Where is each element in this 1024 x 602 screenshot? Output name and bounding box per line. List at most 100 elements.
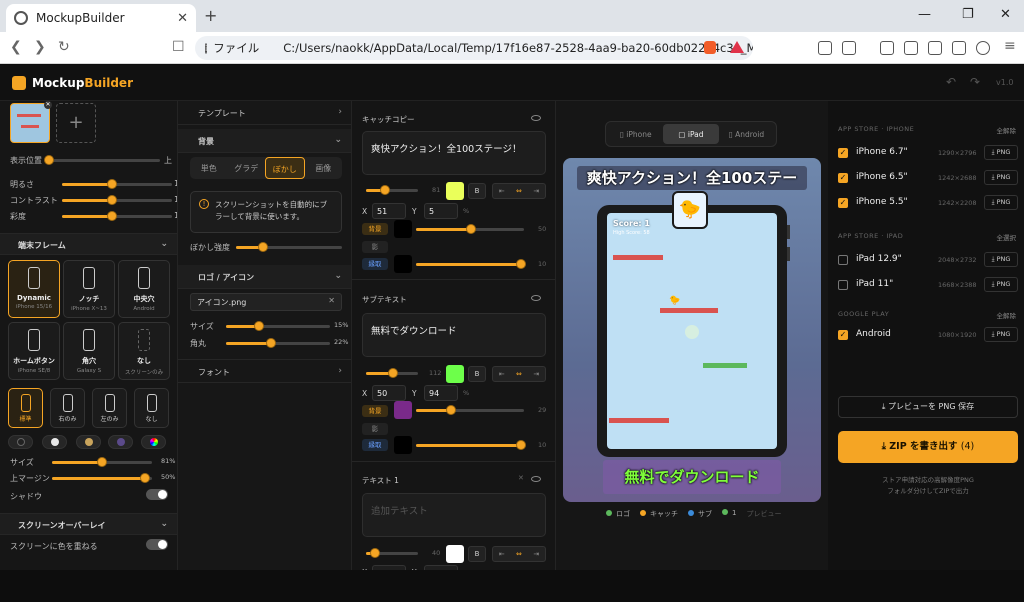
browser-tab[interactable]: MockupBuilder ✕ <box>6 4 196 32</box>
catch-outline-color[interactable] <box>394 255 412 273</box>
top-margin-slider[interactable] <box>52 473 152 483</box>
align-right-icon[interactable]: ⇥ <box>528 367 545 381</box>
text1-x-input[interactable]: 50 <box>372 565 406 570</box>
download-icon[interactable] <box>880 41 894 55</box>
text1-input[interactable]: 追加テキスト <box>362 493 546 537</box>
extensions-icon[interactable] <box>818 41 832 55</box>
device-tab-android[interactable]: ▯ Android <box>719 124 774 144</box>
checkbox-unchecked[interactable] <box>838 280 848 290</box>
sub-y-input[interactable]: 94 <box>424 385 458 401</box>
frame-none[interactable]: なし スクリーンのみ <box>118 322 170 380</box>
clear-icon[interactable]: ✕ <box>328 296 335 305</box>
variant-standard[interactable]: 標準 <box>8 388 43 428</box>
export-row[interactable]: iPad 12.9" 2048×2732 ⤓ PNG <box>838 252 1018 270</box>
sub-x-input[interactable]: 50 <box>372 385 406 401</box>
leo-icon[interactable] <box>952 41 966 55</box>
checkbox-checked[interactable]: ✓ <box>838 173 848 183</box>
delete-text-icon[interactable]: ✕ <box>518 474 524 482</box>
text1-size-slider[interactable] <box>366 548 418 558</box>
sub-outline-slider[interactable] <box>416 440 526 450</box>
frame-center-hole[interactable]: 中央穴 Android <box>118 260 170 318</box>
align-left-icon[interactable]: ⇤ <box>493 547 510 561</box>
contrast-slider[interactable] <box>62 195 172 205</box>
close-tab-icon[interactable]: ✕ <box>177 11 188 26</box>
frame-notch[interactable]: ノッチ iPhone X~13 <box>63 260 115 318</box>
color-swatch-gold[interactable] <box>76 435 101 449</box>
icon-file-field[interactable]: アイコン.png ✕ <box>190 293 342 311</box>
brave-rewards-icon[interactable] <box>730 41 744 53</box>
frame-corner-hole[interactable]: 角穴 Galaxy S <box>63 322 115 380</box>
checkbox-unchecked[interactable] <box>838 255 848 265</box>
deselect-iphone-link[interactable]: 全解除 <box>997 125 1017 135</box>
mockup-preview-canvas[interactable]: 爽快アクション！全100ステージ！ Score: 1 High Score: 5… <box>563 158 821 502</box>
device-tab-ipad[interactable]: ▢ iPad <box>663 124 719 144</box>
sub-size-slider[interactable] <box>366 368 418 378</box>
catch-outline-tag[interactable]: 縁取 <box>362 258 388 270</box>
eye-icon[interactable] <box>531 115 541 121</box>
text1-color-picker[interactable] <box>446 545 464 563</box>
png-button[interactable]: ⤓ PNG <box>984 170 1018 185</box>
sub-bg-opacity-slider[interactable] <box>416 405 524 415</box>
menu-icon[interactable]: ≡ <box>1004 38 1016 54</box>
color-swatch-custom[interactable] <box>141 435 166 449</box>
png-button[interactable]: ⤓ PNG <box>984 145 1018 160</box>
reload-icon[interactable]: ↻ <box>58 39 70 55</box>
align-left-icon[interactable]: ⇤ <box>493 367 510 381</box>
export-row[interactable]: ✓ Android 1080×1920 ⤓ PNG <box>838 327 1018 345</box>
sidebar-icon[interactable] <box>904 41 918 55</box>
size-slider[interactable] <box>52 457 152 467</box>
remove-screenshot-icon[interactable]: ✕ <box>44 101 52 109</box>
catch-color-picker[interactable] <box>446 182 464 200</box>
back-icon[interactable]: ❮ <box>10 39 22 55</box>
checkbox-checked[interactable]: ✓ <box>838 148 848 158</box>
png-button[interactable]: ⤓ PNG <box>984 195 1018 210</box>
bold-button[interactable]: B <box>468 546 486 562</box>
sub-bg-tag[interactable]: 背景 <box>362 405 388 417</box>
catch-bg-tag[interactable]: 背景 <box>362 223 388 235</box>
variant-right[interactable]: 右のみ <box>50 388 85 428</box>
png-button[interactable]: ⤓ PNG <box>984 252 1018 267</box>
color-swatch-silver[interactable] <box>42 435 67 449</box>
reader-icon[interactable] <box>842 41 856 55</box>
icon-size-slider[interactable] <box>226 321 330 331</box>
brave-shield-icon[interactable] <box>704 41 716 54</box>
device-frame-section[interactable]: 端末フレーム ⌄ <box>0 233 177 255</box>
device-tab-iphone[interactable]: ▯ iPhone <box>608 124 663 144</box>
align-center-icon[interactable]: ⇔ <box>510 184 527 198</box>
position-slider[interactable] <box>44 155 160 165</box>
screen-overlay-section[interactable]: スクリーンオーバーレイ ⌄ <box>0 513 177 535</box>
overlay-toggle[interactable] <box>146 539 168 550</box>
align-right-icon[interactable]: ⇥ <box>528 184 545 198</box>
logo-icon-section[interactable]: ロゴ / アイコン ⌄ <box>178 265 351 289</box>
export-row[interactable]: ✓ iPhone 6.5" 1242×2688 ⤓ PNG <box>838 170 1018 188</box>
export-row[interactable]: ✓ iPhone 5.5" 1242×2208 ⤓ PNG <box>838 195 1018 213</box>
bold-button[interactable]: B <box>468 366 486 382</box>
vpn-icon[interactable] <box>976 41 990 55</box>
select-all-ipad-link[interactable]: 全選択 <box>997 232 1017 242</box>
tab-solid[interactable]: 単色 <box>190 157 228 179</box>
checkbox-checked[interactable]: ✓ <box>838 198 848 208</box>
eye-icon[interactable] <box>531 295 541 301</box>
bold-button[interactable]: B <box>468 183 486 199</box>
eye-icon[interactable] <box>531 476 541 482</box>
brightness-slider[interactable] <box>62 179 172 189</box>
sub-shadow-tag[interactable]: 影 <box>362 423 388 435</box>
text1-y-input[interactable]: 50 <box>424 565 458 570</box>
bookmark-icon[interactable]: ☐ <box>172 39 185 55</box>
redo-icon[interactable]: ↷ <box>970 75 980 89</box>
catch-x-input[interactable]: 51 <box>372 203 406 219</box>
shadow-toggle[interactable] <box>146 489 168 500</box>
restore-icon[interactable]: ❐ <box>962 7 974 22</box>
align-right-icon[interactable]: ⇥ <box>528 547 545 561</box>
icon-radius-slider[interactable] <box>226 338 330 348</box>
font-row[interactable]: フォント › <box>178 359 351 383</box>
catch-bg-color[interactable] <box>394 220 412 238</box>
blur-strength-slider[interactable] <box>236 242 342 252</box>
forward-icon[interactable]: ❯ <box>34 39 46 55</box>
close-window-icon[interactable]: ✕ <box>1000 7 1011 22</box>
saturation-slider[interactable] <box>62 211 172 221</box>
export-row[interactable]: iPad 11" 1668×2388 ⤓ PNG <box>838 277 1018 295</box>
url-field[interactable]: i ファイル C:/Users/naokk/AppData/Local/Temp… <box>195 36 753 60</box>
deselect-android-link[interactable]: 全解除 <box>997 310 1017 320</box>
align-center-icon[interactable]: ⇔ <box>510 547 527 561</box>
